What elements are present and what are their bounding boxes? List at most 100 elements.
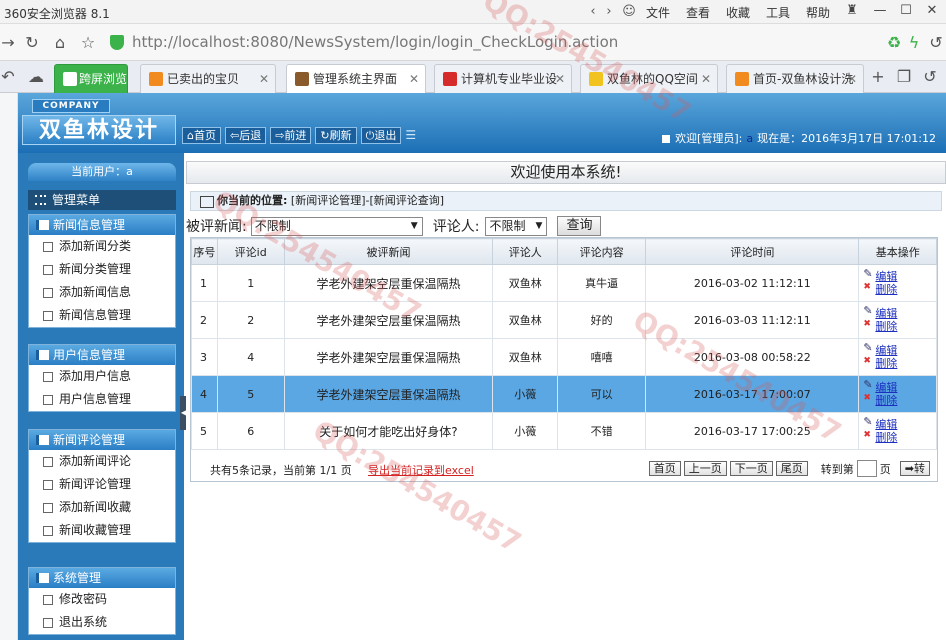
- table-row[interactable]: 34学老外建架空层重保温隔热双鱼林嘻嘻2016-03-08 00:58:22编辑…: [191, 338, 937, 376]
- sidebar-item-add-news[interactable]: 添加新闻信息: [29, 281, 175, 304]
- undo-icon[interactable]: ↺: [926, 33, 946, 53]
- sidebar-item-manage-comment[interactable]: 新闻评论管理: [29, 473, 175, 496]
- tab-cross-screen[interactable]: 跨屏浏览: [54, 64, 128, 93]
- current-user-label: 当前用户：a: [28, 163, 176, 181]
- menu-tools[interactable]: 工具: [766, 4, 806, 21]
- go-button[interactable]: ➡转: [899, 461, 930, 476]
- arrow-right-icon[interactable]: →: [0, 33, 18, 53]
- close-window-icon[interactable]: ✕: [918, 0, 946, 22]
- table-row[interactable]: 11学老外建架空层重保温隔热双鱼林真牛逼2016-03-02 11:12:11编…: [191, 264, 937, 302]
- close-icon[interactable]: ✕: [555, 65, 565, 93]
- cell-index: 5: [191, 412, 218, 450]
- table-row[interactable]: 56关于如何才能吃出好身体?小薇不错2016-03-17 17:00:25编辑删…: [191, 412, 937, 450]
- sidebar-item-manage-user[interactable]: 用户信息管理: [29, 388, 175, 411]
- minimize-icon[interactable]: —: [866, 0, 894, 22]
- sidebar-item-add-user[interactable]: 添加用户信息: [29, 365, 175, 388]
- back-button[interactable]: ⇦后退: [224, 127, 267, 144]
- tab-admin-main[interactable]: 管理系统主界面 ✕: [286, 64, 426, 94]
- home-icon[interactable]: ⌂: [50, 33, 70, 53]
- phone-icon: [63, 72, 77, 86]
- logout-button[interactable]: ⏻退出: [360, 127, 402, 144]
- news-filter-select[interactable]: 不限制 ▼: [250, 216, 423, 236]
- star-icon[interactable]: ☆: [78, 33, 98, 53]
- menu-favorites[interactable]: 收藏: [726, 4, 766, 21]
- export-excel-link[interactable]: 导出当前记录到excel: [368, 462, 474, 478]
- delete-link[interactable]: 删除: [863, 318, 936, 333]
- cell-index: 4: [191, 375, 218, 413]
- prev-page-button[interactable]: 上一页: [683, 461, 727, 476]
- edit-link[interactable]: 编辑: [863, 415, 936, 431]
- undo-icon[interactable]: ↶: [0, 67, 18, 87]
- shirt-icon[interactable]: ♜: [838, 0, 866, 22]
- delete-link[interactable]: 删除: [863, 355, 936, 370]
- edit-link[interactable]: 编辑: [863, 267, 936, 283]
- table-header: 序号 评论id 被评新闻 评论人 评论内容 评论时间 基本操作: [191, 238, 937, 265]
- menu-file[interactable]: 文件: [646, 4, 686, 21]
- home-button[interactable]: ⌂首页: [182, 127, 221, 144]
- chevron-right-icon[interactable]: ›: [600, 3, 618, 21]
- group-news-comment: 新闻评论管理 添加新闻评论 新闻评论管理 添加新闻收藏 新闻收藏管理: [28, 429, 176, 543]
- left-gutter: [0, 93, 18, 640]
- current-user: a: [746, 132, 754, 145]
- lightning-icon[interactable]: ϟ: [904, 33, 924, 53]
- url-field[interactable]: http://localhost:8080/NewsSystem/login/l…: [132, 33, 618, 51]
- sidebar-item-manage-favorite[interactable]: 新闻收藏管理: [29, 519, 175, 542]
- tab-sold-items[interactable]: 已卖出的宝贝 ✕: [140, 64, 276, 93]
- sidebar-item-add-favorite[interactable]: 添加新闻收藏: [29, 496, 175, 519]
- next-page-button[interactable]: 下一页: [729, 461, 773, 476]
- delete-link[interactable]: 删除: [863, 429, 936, 444]
- table-row[interactable]: 45学老外建架空层重保温隔热小薇可以2016-03-17 17:00:07编辑删…: [191, 375, 937, 413]
- maximize-icon[interactable]: ☐: [892, 0, 920, 22]
- menu-lines-icon[interactable]: ☰: [405, 127, 416, 144]
- query-button[interactable]: 查询: [557, 216, 602, 236]
- tab-homepage[interactable]: 首页-双鱼林设计洗 ✕: [726, 64, 864, 93]
- close-icon[interactable]: ✕: [259, 65, 269, 93]
- close-icon[interactable]: ✕: [409, 65, 419, 93]
- tabs-icon[interactable]: ❐: [894, 67, 914, 87]
- cell-commenter: 小薇: [492, 375, 558, 413]
- edit-link[interactable]: 编辑: [863, 378, 936, 394]
- first-page-button[interactable]: 首页: [648, 461, 681, 476]
- page-number-input[interactable]: [856, 460, 877, 477]
- sidebar-item-logout[interactable]: 退出系统: [29, 611, 175, 634]
- cell-comment-id: 5: [216, 375, 285, 413]
- recycle-icon[interactable]: ♻: [884, 33, 904, 53]
- sidebar-item-add-category[interactable]: 添加新闻分类: [29, 235, 175, 258]
- commenter-filter-select[interactable]: 不限制 ▼: [485, 216, 548, 236]
- tab-graduation[interactable]: 计算机专业毕业设 ✕: [434, 64, 572, 93]
- group-title[interactable]: 新闻评论管理: [29, 430, 175, 450]
- menu-view[interactable]: 查看: [686, 4, 726, 21]
- tab-label: 计算机专业毕业设: [461, 72, 558, 86]
- dropdown-arrow-icon: ▼: [535, 220, 543, 231]
- sidebar-item-manage-category[interactable]: 新闻分类管理: [29, 258, 175, 281]
- close-icon[interactable]: ✕: [701, 65, 711, 93]
- plus-icon[interactable]: +: [868, 67, 888, 87]
- group-news-info: 新闻信息管理 添加新闻分类 新闻分类管理 添加新闻信息 新闻信息管理: [28, 214, 176, 328]
- group-title[interactable]: 新闻信息管理: [29, 215, 175, 235]
- cloud-icon[interactable]: ☁: [26, 67, 46, 87]
- sidebar-item-manage-news[interactable]: 新闻信息管理: [29, 304, 175, 327]
- forward-button[interactable]: ⇨前进: [270, 127, 312, 144]
- group-title[interactable]: 用户信息管理: [29, 345, 175, 365]
- close-icon[interactable]: ✕: [847, 65, 857, 93]
- tab-qq-space[interactable]: 双鱼林的QQ空间 ✕: [580, 64, 718, 93]
- refresh-button[interactable]: ↻刷新: [315, 127, 357, 144]
- cell-time: 2016-03-03 11:12:11: [645, 301, 860, 339]
- delete-link[interactable]: 删除: [863, 392, 936, 407]
- cell-news: 学老外建架空层重保温隔热: [283, 375, 494, 413]
- sidebar-item-add-comment[interactable]: 添加新闻评论: [29, 450, 175, 473]
- sidebar-item-change-password[interactable]: 修改密码: [29, 588, 175, 611]
- edit-link[interactable]: 编辑: [863, 304, 936, 320]
- url-path: :8080/NewsSystem/login/login_CheckLogin.…: [245, 33, 619, 51]
- last-page-button[interactable]: 尾页: [775, 461, 808, 476]
- delete-link[interactable]: 删除: [863, 281, 936, 296]
- goto-label: 转到第: [820, 462, 854, 476]
- cell-actions: 编辑删除: [858, 301, 937, 339]
- table-row[interactable]: 22学老外建架空层重保温隔热双鱼林好的2016-03-03 11:12:11编辑…: [191, 301, 937, 339]
- user-icon[interactable]: ☺: [620, 3, 638, 21]
- undo-icon[interactable]: ↺: [920, 67, 940, 87]
- refresh-icon[interactable]: ↻: [22, 33, 42, 53]
- edit-link[interactable]: 编辑: [863, 341, 936, 357]
- group-title[interactable]: 系统管理: [29, 568, 175, 588]
- col-commenter: 评论人: [492, 238, 558, 265]
